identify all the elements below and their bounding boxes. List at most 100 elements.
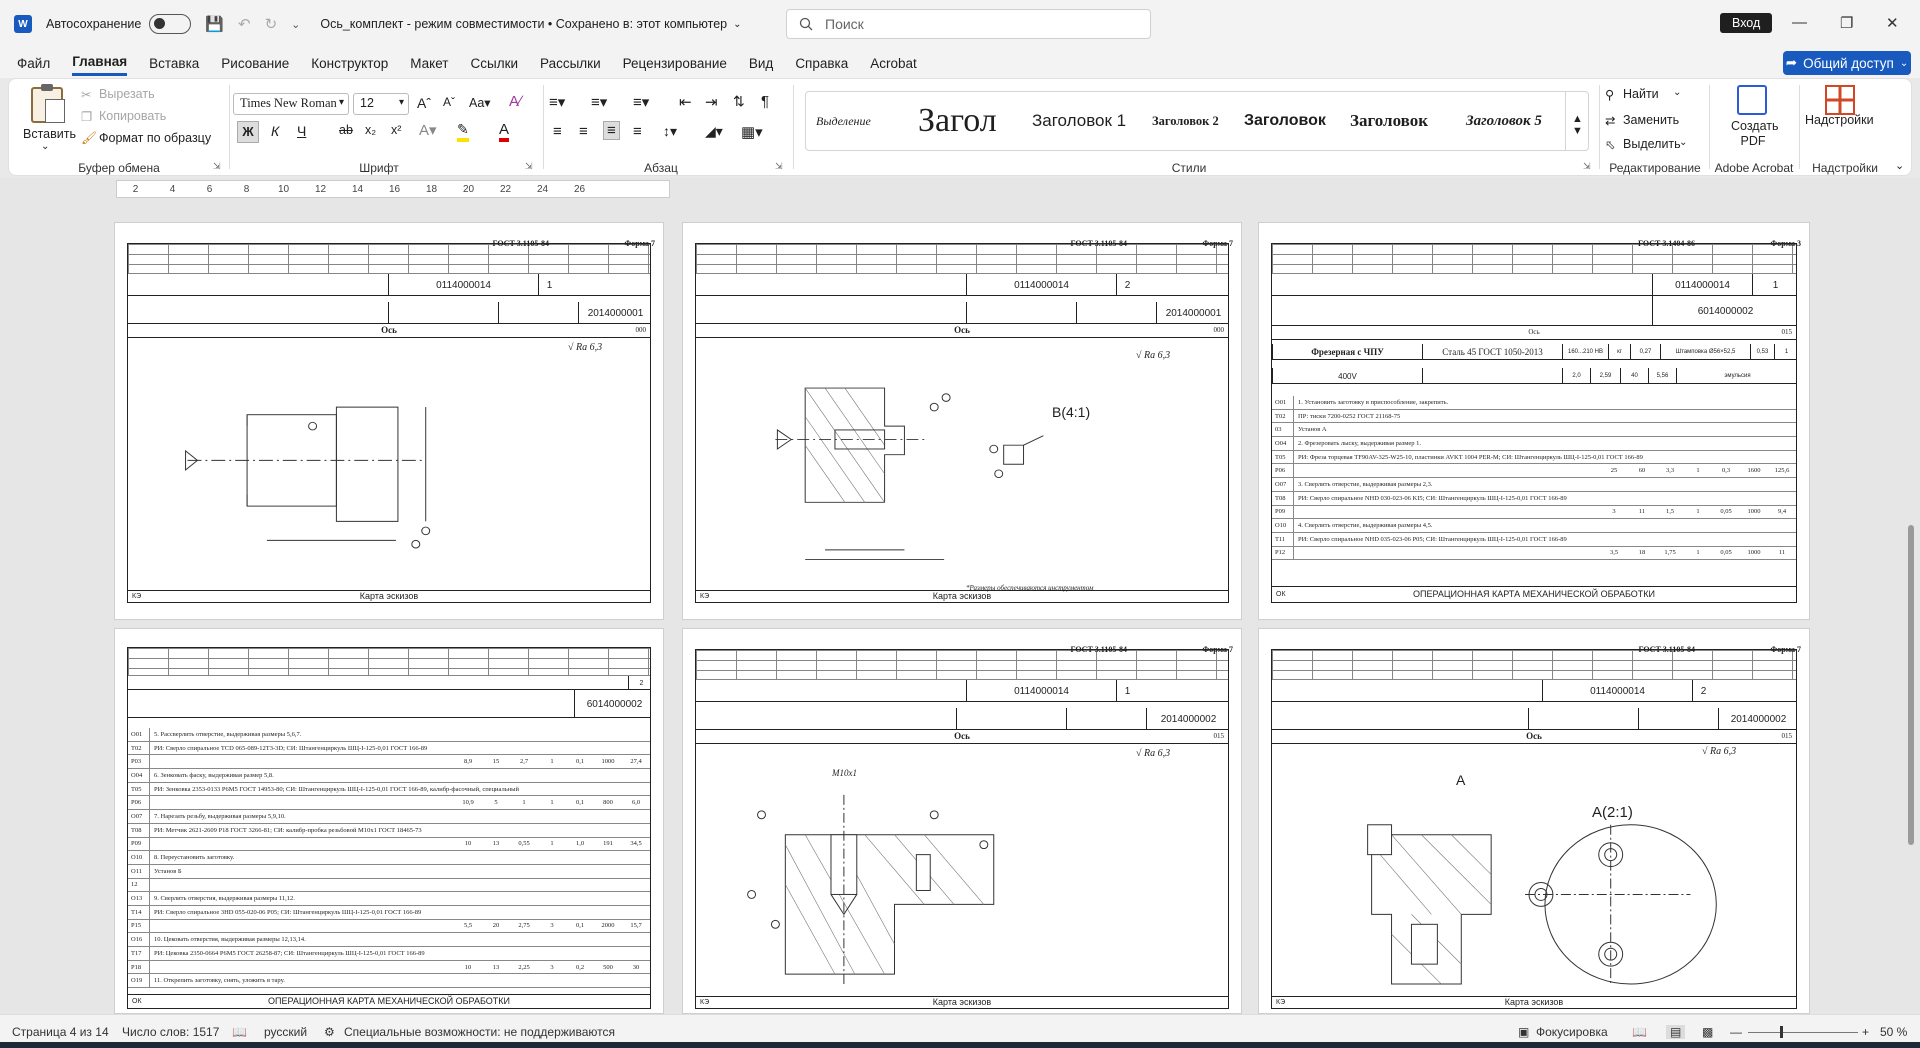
style-heading-1[interactable]: Заголовок 1 [1032,92,1126,150]
style-heading-5[interactable]: Заголовок 5 [1466,92,1542,150]
font-size-select[interactable]: 12 ▾ [353,93,409,115]
menu-acrobat[interactable]: Acrobat [870,52,917,75]
menu-home[interactable]: Главная [72,50,128,76]
change-case-icon[interactable]: Aa▾ [469,95,491,110]
menu-view[interactable]: Вид [749,52,773,75]
copy-icon[interactable]: ❐ [81,109,92,124]
copy-button[interactable]: Копировать [99,109,166,123]
redo-icon[interactable]: ↻ [265,15,278,33]
addins-icon[interactable] [1825,85,1855,115]
page-1[interactable]: ГОСТ 3.1105-84 Форма 7 0114000014 1 2014… [114,222,664,620]
vertical-scrollbar[interactable] [1906,180,1916,1014]
search-box[interactable]: Поиск [786,9,1151,39]
align-left-icon[interactable]: ≡ [553,123,562,140]
menu-references[interactable]: Ссылки [471,52,519,75]
proofing-icon[interactable]: 📖 [232,1025,247,1039]
clear-formatting-icon[interactable]: A∕ [509,93,522,110]
chevron-down-icon[interactable]: ⌄ [1679,137,1687,148]
multilevel-list-icon[interactable]: ≡▾ [633,93,649,111]
collapse-ribbon-icon[interactable]: ⌄ [1895,159,1904,172]
word-count[interactable]: Число слов: 1517 [122,1025,219,1039]
clipboard-launcher-icon[interactable]: ⇲ [213,161,221,172]
style-heading-3[interactable]: Заголовок 3 [1244,92,1330,150]
styles-launcher-icon[interactable]: ⇲ [1583,161,1591,172]
find-button[interactable]: Найти [1623,87,1659,101]
menu-draw[interactable]: Рисование [221,52,289,75]
replace-button[interactable]: Заменить [1623,113,1679,127]
bold-button[interactable]: Ж [237,121,259,143]
sort-icon[interactable]: ⇅ [733,93,745,110]
justify-icon[interactable]: ≡ [633,123,642,140]
save-icon[interactable]: 💾 [205,15,224,33]
replace-icon[interactable]: ⇄ [1605,113,1615,128]
menu-file[interactable]: Файл [17,52,50,75]
show-formatting-icon[interactable]: ¶ [761,93,769,110]
web-layout-icon[interactable]: ▩ [1702,1025,1713,1039]
language[interactable]: русский [264,1025,307,1039]
page-2[interactable]: ГОСТ 3.1105-84 Форма 7 0114000014 2 2014… [682,222,1242,620]
line-spacing-icon[interactable]: ↕▾ [663,123,677,140]
zoom-out-icon[interactable]: — [1730,1025,1742,1039]
cut-button[interactable]: Вырезать [99,87,155,101]
font-family-select[interactable]: Times New Roman ▾ [233,93,349,115]
menu-help[interactable]: Справка [795,52,848,75]
close-icon[interactable]: ✕ [1886,14,1899,32]
menu-layout[interactable]: Макет [410,52,448,75]
select-icon[interactable]: ⬁ [1605,137,1615,152]
print-layout-icon[interactable]: ▤ [1666,1025,1686,1039]
superscript-button[interactable]: x² [391,123,401,137]
addins-button[interactable]: Надстройки [1805,113,1874,127]
page-4[interactable]: 2 6014000002 О01 5. Рассверлить отверстие… [114,628,664,1014]
document-title[interactable]: Ось_комплект - режим совместимости • Сох… [320,17,741,31]
accessibility-status[interactable]: Специальные возможности: не поддерживают… [344,1025,615,1039]
minimize-icon[interactable]: — [1792,14,1807,31]
menu-insert[interactable]: Вставка [149,52,199,75]
increase-indent-icon[interactable]: ⇥ [705,93,718,111]
menu-review[interactable]: Рецензирование [623,52,727,75]
bullets-icon[interactable]: ≡▾ [549,93,565,111]
create-pdf-icon[interactable] [1737,85,1767,115]
grow-font-icon[interactable]: Aˆ [417,95,431,111]
cut-icon[interactable]: ✂ [81,87,91,102]
paste-chevron-icon[interactable]: ⌄ [41,141,49,152]
font-launcher-icon[interactable]: ⇲ [525,161,533,172]
paragraph-launcher-icon[interactable]: ⇲ [775,161,783,172]
decrease-indent-icon[interactable]: ⇤ [679,93,692,111]
restore-icon[interactable]: ❐ [1840,14,1853,32]
paste-button[interactable]: Вставить [23,127,76,141]
focus-mode[interactable]: Фокусировка [1536,1025,1608,1039]
style-title[interactable]: Загол [918,92,997,150]
style-heading-2[interactable]: Заголовок 2 [1152,92,1219,150]
format-painter-icon[interactable]: 🖌 [81,131,97,146]
find-icon[interactable]: ⚲ [1605,87,1614,102]
signin-button[interactable]: Вход [1720,13,1773,33]
scrollbar-thumb[interactable] [1908,525,1914,845]
undo-icon[interactable]: ↶ [238,15,251,33]
borders-icon[interactable]: ▦▾ [741,123,763,141]
ruler[interactable]: 2 4 6 8 10 12 14 16 18 20 22 24 26 [116,180,670,198]
style-heading[interactable]: Заголовок [1350,92,1428,150]
italic-button[interactable]: К [271,123,279,139]
page-3[interactable]: ГОСТ 3.1404-86 Форма 3 0114000014 1 6014… [1258,222,1810,620]
page-6[interactable]: ГОСТ 3.1105-84 Форма 7 0114000014 2 2014… [1258,628,1810,1014]
numbering-icon[interactable]: ≡▾ [591,93,607,111]
zoom-slider[interactable] [1748,1032,1858,1033]
select-button[interactable]: Выделить [1623,137,1681,151]
zoom-slider-thumb[interactable] [1780,1026,1783,1038]
create-pdf-button[interactable]: Создать PDF [1731,119,1779,149]
page-5[interactable]: ГОСТ 3.1105-84 Форма 7 0114000014 1 2014… [682,628,1242,1014]
zoom-in-icon[interactable]: + [1862,1025,1869,1039]
style-emphasis[interactable]: Выделение [816,92,871,150]
customize-toolbar-icon[interactable]: ⌄ [291,18,300,31]
paste-icon[interactable] [31,84,65,123]
chevron-down-icon[interactable]: ⌄ [1673,87,1681,98]
styles-more-icon[interactable]: ▲ ▼ [1565,91,1589,151]
autosave-toggle[interactable] [149,14,192,34]
share-button[interactable]: ➦ Общий доступ ⌄ [1783,51,1911,75]
shading-icon[interactable]: ◢▾ [705,123,723,140]
read-mode-icon[interactable]: 📖 [1632,1025,1647,1039]
align-center-icon[interactable]: ≡ [579,123,588,140]
format-painter-button[interactable]: Формат по образцу [99,131,211,145]
align-right-icon[interactable]: ≡ [603,121,620,140]
page-counter[interactable]: Страница 4 из 14 [12,1025,109,1039]
